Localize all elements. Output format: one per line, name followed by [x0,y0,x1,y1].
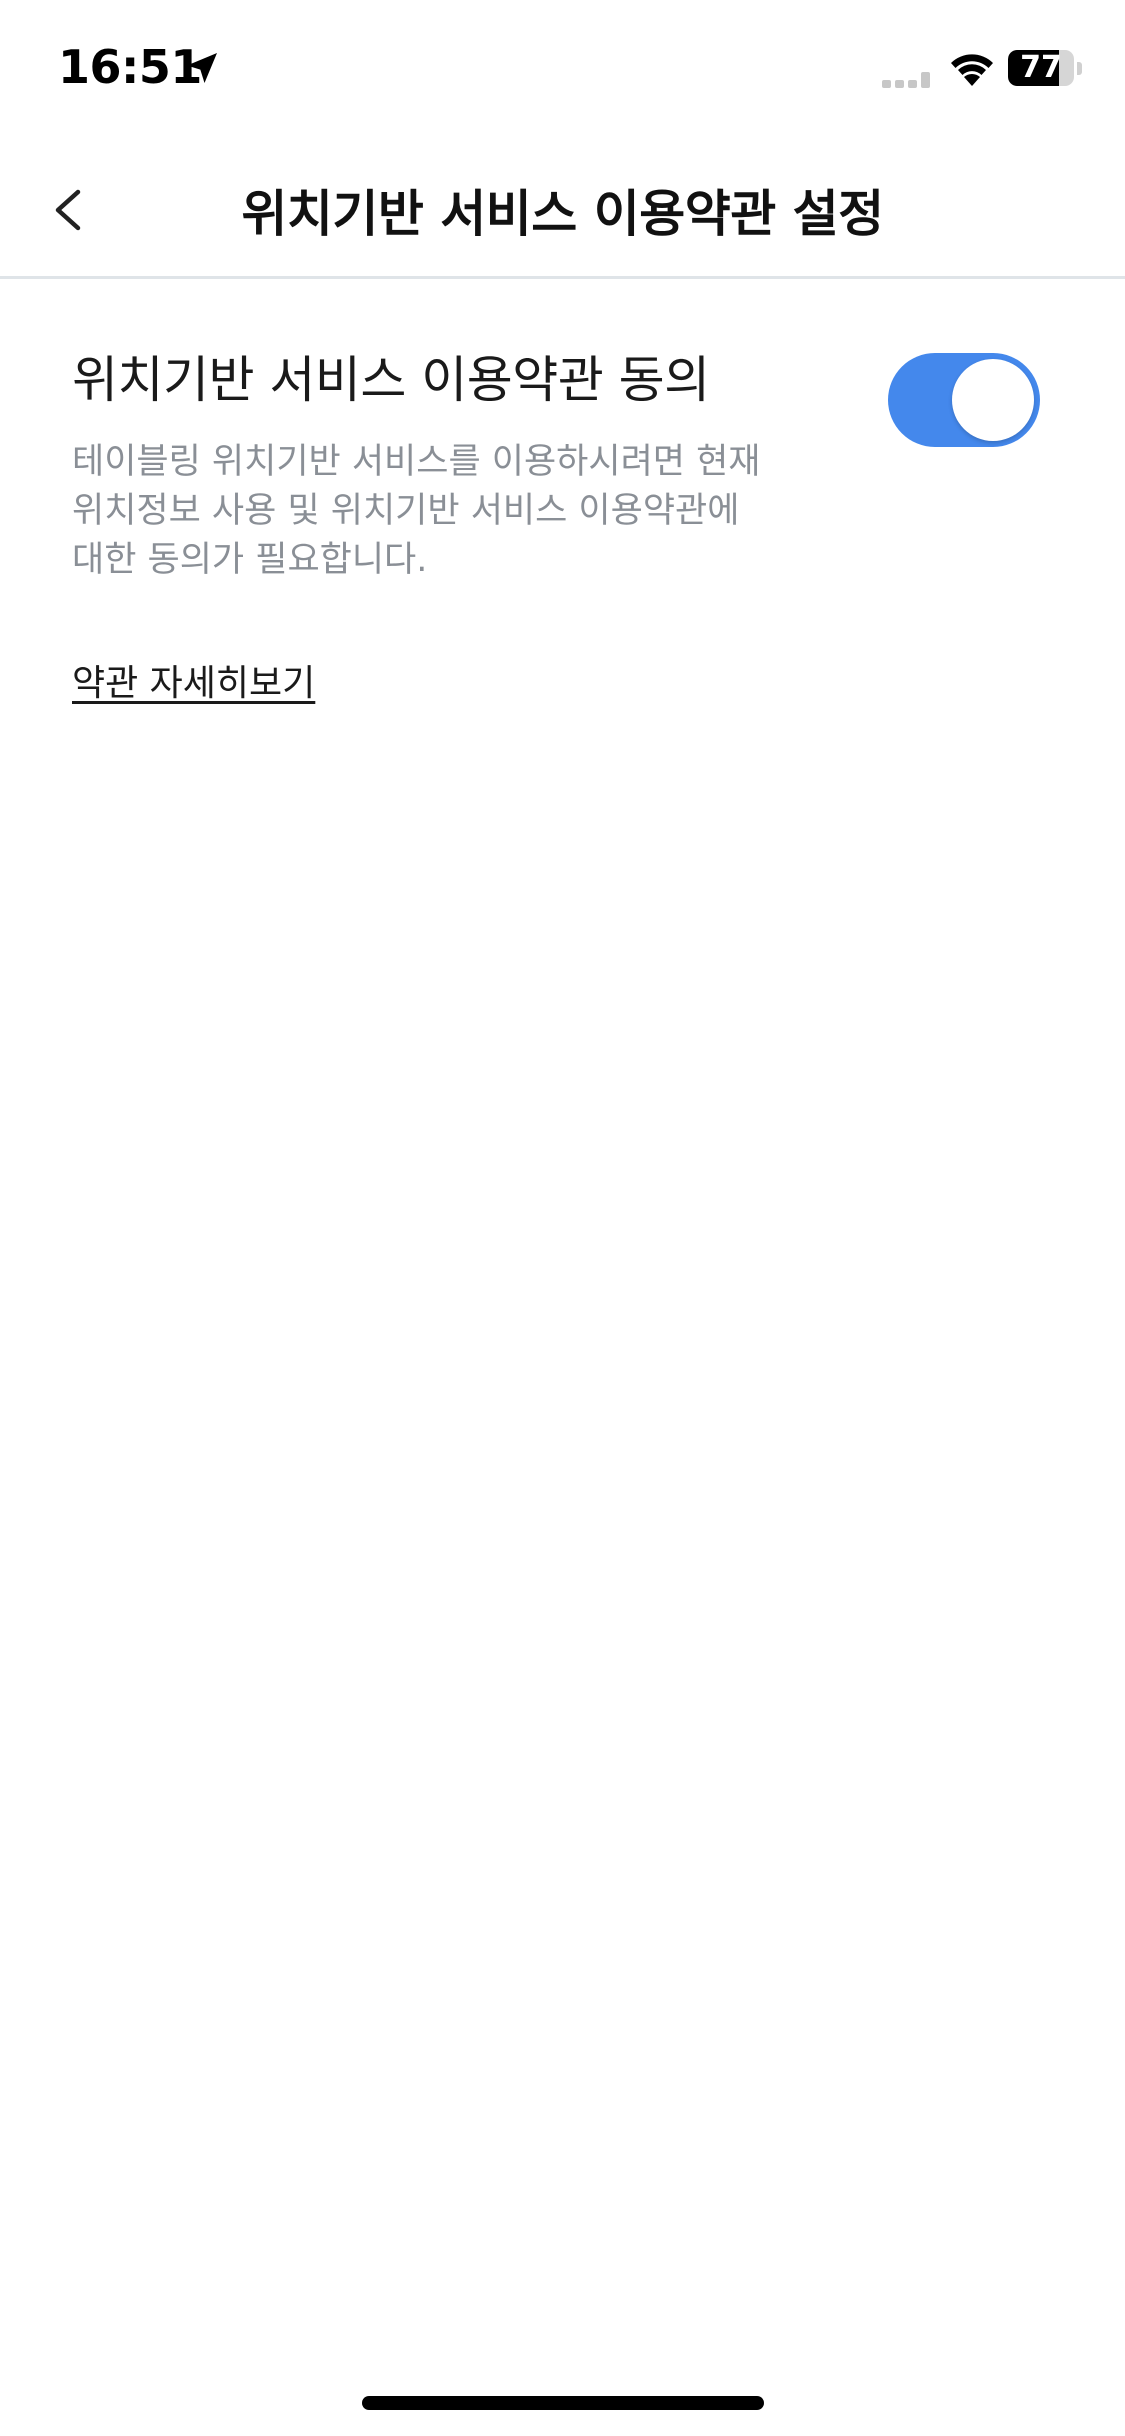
location-terms-toggle[interactable] [888,353,1040,447]
navigation-bar: 위치기반 서비스 이용약관 설정 [0,140,1125,279]
wifi-icon [951,54,993,86]
battery-cap [1077,62,1082,75]
status-bar: 16:51 77 [0,0,1125,140]
page-title: 위치기반 서비스 이용약관 설정 [241,185,884,243]
home-indicator [362,2396,764,2410]
setting-description: 테이블링 위치기반 서비스를 이용하시려면 현재 위치정보 사용 및 위치기반 … [72,442,761,580]
battery-percentage: 77 [1020,50,1062,85]
location-arrow-icon [187,53,217,83]
setting-title: 위치기반 서비스 이용약관 동의 [72,351,710,409]
status-time: 16:51 [58,40,202,94]
cellular-signal-icon [882,72,930,88]
terms-detail-link[interactable]: 약관 자세히보기 [72,654,315,706]
battery-body: 77 [1008,50,1074,86]
battery-indicator: 77 [1008,50,1082,88]
toggle-knob [952,359,1034,441]
